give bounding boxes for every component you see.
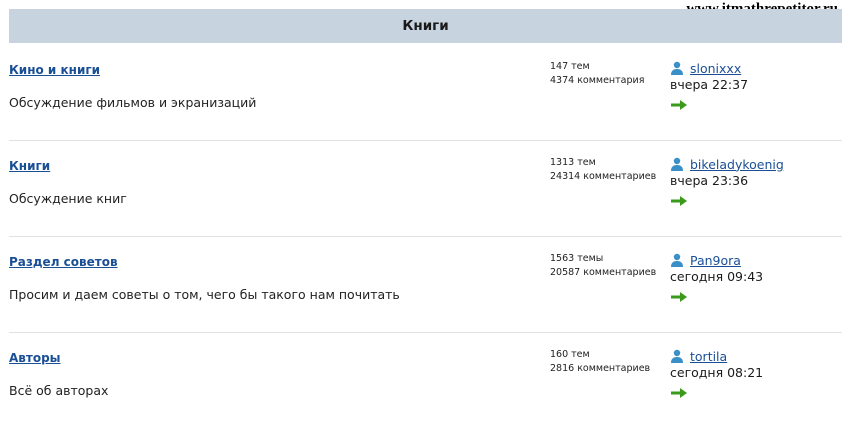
- last-post-time: сегодня 08:21: [670, 365, 764, 380]
- last-post: Pan9ora сегодня 09:43: [670, 252, 764, 302]
- arrow-right-icon[interactable]: [670, 384, 688, 398]
- topics-count: 1313 тем: [550, 157, 596, 168]
- last-post: bikeladykoenig вчера 23:36: [670, 156, 784, 206]
- forum-description: Всё об авторах: [9, 383, 109, 398]
- forum-stats: 147 тем 4374 комментария: [550, 60, 644, 88]
- comments-count: 24314 комментариев: [550, 171, 657, 182]
- last-post-time: вчера 23:36: [670, 173, 749, 188]
- forum-description: Обсуждение фильмов и экранизаций: [9, 95, 257, 110]
- last-post: slonixxx вчера 22:37: [670, 60, 749, 110]
- user-icon: [670, 253, 684, 267]
- comments-count: 2816 комментариев: [550, 363, 651, 374]
- forum-row: Раздел советов Просим и даем советы о то…: [9, 236, 842, 333]
- forum-title-link[interactable]: Кино и книги: [9, 63, 100, 77]
- last-post-time: вчера 22:37: [670, 77, 749, 92]
- topics-count: 1563 темы: [550, 253, 604, 264]
- section-title: Книги: [402, 18, 449, 34]
- arrow-right-icon[interactable]: [670, 288, 688, 302]
- forum-row: Книги Обсуждение книг 1313 тем 24314 ком…: [9, 140, 842, 237]
- arrow-right-icon[interactable]: [670, 192, 688, 206]
- comments-count: 20587 комментариев: [550, 267, 657, 278]
- user-icon: [670, 61, 684, 75]
- user-icon: [670, 157, 684, 171]
- forum-description: Просим и даем советы о том, чего бы тако…: [9, 287, 400, 302]
- forum-stats: 160 тем 2816 комментариев: [550, 348, 650, 376]
- last-post-time: сегодня 09:43: [670, 269, 764, 284]
- forum-stats: 1563 темы 20587 комментариев: [550, 252, 656, 280]
- last-post-author-link[interactable]: slonixxx: [690, 61, 741, 76]
- arrow-right-icon[interactable]: [670, 96, 688, 110]
- forum-stats: 1313 тем 24314 комментариев: [550, 156, 656, 184]
- user-icon: [670, 349, 684, 363]
- last-post: tortila сегодня 08:21: [670, 348, 764, 398]
- last-post-author-link[interactable]: Pan9ora: [690, 253, 741, 268]
- topics-count: 147 тем: [550, 61, 590, 72]
- last-post-author-link[interactable]: bikeladykoenig: [690, 157, 784, 172]
- forum-row: Авторы Всё об авторах 160 тем 2816 комме…: [9, 332, 842, 428]
- section-header: Книги: [9, 9, 842, 43]
- topics-count: 160 тем: [550, 349, 590, 360]
- last-post-author-link[interactable]: tortila: [690, 349, 727, 364]
- forum-row: Кино и книги Обсуждение фильмов и экрани…: [9, 44, 842, 141]
- comments-count: 4374 комментария: [550, 75, 645, 86]
- forum-title-link[interactable]: Книги: [9, 159, 50, 173]
- forum-description: Обсуждение книг: [9, 191, 127, 206]
- forum-title-link[interactable]: Авторы: [9, 351, 61, 365]
- forum-title-link[interactable]: Раздел советов: [9, 255, 118, 269]
